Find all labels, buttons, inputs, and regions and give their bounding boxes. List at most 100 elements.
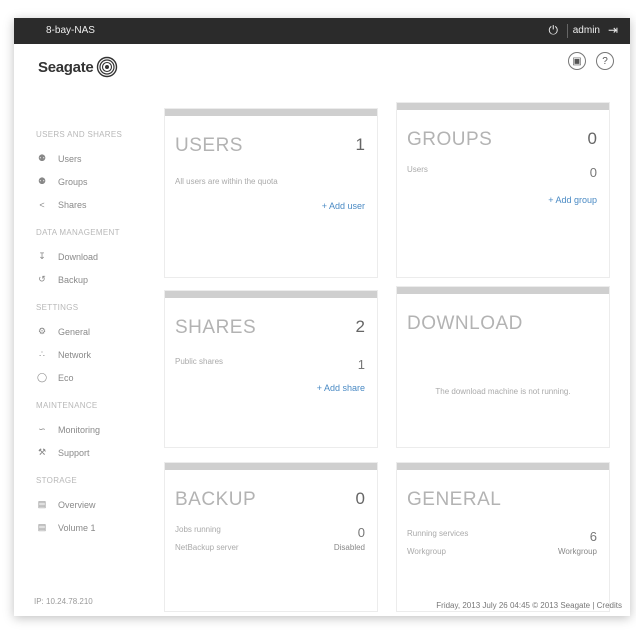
sidebar-item-label: Groups bbox=[58, 176, 88, 187]
panel-count: 0 bbox=[355, 489, 365, 508]
sidebar-section-title: USERS AND SHARES bbox=[36, 130, 123, 139]
panel-count: 0 bbox=[587, 129, 597, 148]
panel-header-bar bbox=[397, 103, 609, 110]
group-icon: ⚉​ bbox=[37, 176, 47, 186]
panel-count: 2 bbox=[355, 317, 365, 336]
share-icon: < bbox=[39, 199, 45, 210]
panel-row: Jobs running 0 bbox=[175, 525, 365, 540]
shares-panel: SHARES 2 Public shares 1 + Add share bbox=[164, 290, 378, 448]
download-icon: ↧ bbox=[38, 251, 46, 261]
user-icon: ⚉ bbox=[37, 153, 47, 163]
panel-row: Running services 6 bbox=[407, 529, 597, 544]
sidebar-item-download[interactable]: ↧ Download bbox=[14, 245, 150, 268]
download-panel: DOWNLOAD The download machine is not run… bbox=[396, 286, 610, 448]
sidebar-item-support[interactable]: ⚒ Support bbox=[14, 441, 150, 464]
panel-count: 1 bbox=[355, 135, 365, 154]
network-icon: ∴ bbox=[39, 349, 45, 359]
sidebar-item-backup[interactable]: ↺ Backup bbox=[14, 268, 150, 291]
sidebar-item-label: Users bbox=[58, 153, 82, 164]
sidebar-item-label: Backup bbox=[58, 274, 89, 285]
wrench-icon: ⚒ bbox=[37, 447, 47, 457]
row-value: 1 bbox=[357, 357, 365, 372]
add-share-link[interactable]: + Add share bbox=[317, 383, 365, 393]
panel-row: NetBackup server Disabled bbox=[175, 543, 365, 552]
row-label: NetBackup server bbox=[175, 543, 239, 552]
download-status-message: The download machine is not running. bbox=[435, 387, 571, 396]
sidebar-item-label: General bbox=[58, 326, 91, 337]
sidebar-item-label: Eco bbox=[58, 372, 74, 383]
sidebar-item-label: Overview bbox=[58, 499, 96, 510]
topbar-divider bbox=[567, 24, 568, 38]
panel-title: GENERAL bbox=[407, 489, 502, 510]
storage-icon: ▤ bbox=[37, 499, 47, 509]
panel-title: DOWNLOAD bbox=[407, 313, 523, 334]
power-icon[interactable]: ⏻ bbox=[549, 23, 559, 38]
logo-text: Seagate bbox=[38, 58, 94, 76]
row-label: All users are within the quota bbox=[175, 177, 278, 186]
sidebar-item-label: Support bbox=[58, 447, 90, 458]
row-value: Disabled bbox=[333, 543, 365, 552]
sidebar-item-shares[interactable]: < Shares bbox=[14, 193, 150, 216]
panel-title: USERS bbox=[175, 135, 243, 156]
sidebar-item-label: Shares bbox=[58, 199, 87, 210]
top-bar: 8-bay-NAS ⏻ admin ⇥ bbox=[14, 18, 630, 44]
folder-icon[interactable]: ▣ bbox=[568, 52, 586, 70]
sidebar-section-title: MAINTENANCE bbox=[36, 401, 98, 410]
current-user[interactable]: admin bbox=[573, 25, 600, 36]
panel-row: Workgroup Workgroup bbox=[407, 547, 597, 556]
panel-title: BACKUP bbox=[175, 489, 257, 510]
sidebar: USERS AND SHARES ⚉ Users ⚉​ Groups < Sha… bbox=[14, 118, 150, 588]
help-icon[interactable]: ? bbox=[596, 52, 614, 70]
panel-header-bar bbox=[397, 287, 609, 294]
row-label: Running services bbox=[407, 529, 469, 538]
ip-address: IP: 10.24.78.210 bbox=[34, 597, 93, 606]
sidebar-section-title: STORAGE bbox=[36, 476, 78, 485]
seagate-logo: Seagate bbox=[38, 56, 118, 78]
storage-icon: ▤ bbox=[37, 522, 47, 532]
sidebar-item-users[interactable]: ⚉ Users bbox=[14, 147, 150, 170]
sidebar-item-eco[interactable]: ◯ Eco bbox=[14, 366, 150, 389]
panel-header-bar bbox=[397, 463, 609, 470]
panel-header-bar bbox=[165, 109, 377, 116]
header-icons: ▣ ? bbox=[568, 52, 614, 70]
panel-row: All users are within the quota bbox=[175, 177, 365, 186]
sidebar-item-monitoring[interactable]: ∽ Monitoring bbox=[14, 418, 150, 441]
sidebar-item-label: Volume 1 bbox=[58, 522, 96, 533]
logout-icon[interactable]: ⇥ bbox=[608, 23, 618, 37]
sidebar-item-groups[interactable]: ⚉​ Groups bbox=[14, 170, 150, 193]
add-group-link[interactable]: + Add group bbox=[548, 195, 597, 205]
seagate-swirl-icon bbox=[97, 56, 118, 78]
row-value: 6 bbox=[589, 529, 597, 544]
footer-status: Friday, 2013 July 26 04:45 © 2013 Seagat… bbox=[436, 601, 622, 610]
sidebar-item-volume-1[interactable]: ▤ Volume 1 bbox=[14, 516, 150, 539]
sidebar-section-title: SETTINGS bbox=[36, 303, 79, 312]
add-user-link[interactable]: + Add user bbox=[322, 201, 365, 211]
backup-panel: BACKUP 0 Jobs running 0 NetBackup server… bbox=[164, 462, 378, 612]
sidebar-item-general[interactable]: ⚙ General bbox=[14, 320, 150, 343]
row-value: Workgroup bbox=[558, 547, 597, 556]
monitoring-icon: ∽ bbox=[38, 424, 46, 434]
panel-header-bar bbox=[165, 291, 377, 298]
row-label: Workgroup bbox=[407, 547, 446, 556]
row-label: Jobs running bbox=[175, 525, 221, 534]
users-panel: USERS 1 All users are within the quota +… bbox=[164, 108, 378, 278]
sidebar-section-title: DATA MANAGEMENT bbox=[36, 228, 120, 237]
device-name: 8-bay-NAS bbox=[46, 25, 95, 36]
sidebar-item-network[interactable]: ∴ Network bbox=[14, 343, 150, 366]
eco-icon: ◯ bbox=[36, 372, 48, 382]
gear-icon: ⚙ bbox=[37, 326, 47, 336]
panel-header-bar bbox=[165, 463, 377, 470]
row-value: 0 bbox=[589, 165, 597, 180]
general-panel: GENERAL Running services 6 Workgroup Wor… bbox=[396, 462, 610, 612]
groups-panel: GROUPS 0 Users 0 + Add group bbox=[396, 102, 610, 278]
sidebar-item-overview[interactable]: ▤ Overview bbox=[14, 493, 150, 516]
panel-title: GROUPS bbox=[407, 129, 493, 150]
row-value: 0 bbox=[357, 525, 365, 540]
panel-row: Users 0 bbox=[407, 165, 597, 180]
row-label: Public shares bbox=[175, 357, 224, 366]
panel-title: SHARES bbox=[175, 317, 257, 338]
sidebar-item-label: Download bbox=[58, 251, 99, 262]
app-window: 8-bay-NAS ⏻ admin ⇥ Seagate ▣ ? USERS AN… bbox=[14, 18, 630, 616]
backup-icon: ↺ bbox=[38, 274, 46, 284]
row-label: Users bbox=[407, 165, 428, 174]
